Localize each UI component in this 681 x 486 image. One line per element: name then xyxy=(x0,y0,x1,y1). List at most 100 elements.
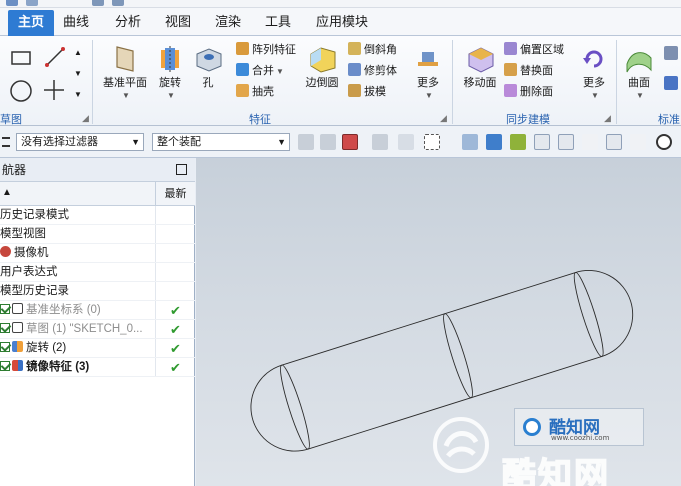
mirror-feature-row: 镜像特征 (3) xyxy=(0,358,89,376)
tab-tools[interactable]: 工具 xyxy=(258,10,298,36)
delete-face-label: 删除面 xyxy=(520,86,553,98)
list-item[interactable]: 模型视图 xyxy=(0,225,195,244)
group-expand-icon[interactable]: ◢ xyxy=(440,113,447,124)
list-item[interactable]: 基准坐标系 (0) ✔ xyxy=(0,301,195,320)
latest-status xyxy=(155,263,195,281)
menu-icon[interactable] xyxy=(2,137,10,147)
dropdown-icon[interactable]: ▼ xyxy=(122,91,130,100)
solid-body-icon[interactable] xyxy=(486,134,502,150)
tab-curve[interactable]: 曲线 xyxy=(56,10,96,36)
selection-filter-value: 没有选择过滤器 xyxy=(21,136,98,148)
group-label-sync: 同步建模 xyxy=(506,114,550,126)
select-feature-icon[interactable] xyxy=(372,134,388,150)
dropdown-icon[interactable]: ▼ xyxy=(636,91,644,100)
datum-plane-button[interactable]: 基准平面 ▼ xyxy=(100,42,150,108)
endpoint-icon[interactable] xyxy=(534,134,550,150)
move-face-button[interactable]: 移动面 xyxy=(458,42,502,108)
revolve-icon xyxy=(12,341,23,352)
list-item[interactable]: 旋转 (2) ✔ xyxy=(0,339,195,358)
selection-filter-select[interactable]: 没有选择过滤器 ▼ xyxy=(16,133,144,151)
dropdown-icon[interactable]: ▼ xyxy=(74,90,82,99)
watermark-logo-icon xyxy=(433,417,489,473)
datum-csys-icon xyxy=(12,303,23,314)
visibility-checkbox[interactable] xyxy=(0,342,10,352)
dropdown-icon[interactable]: ▼ xyxy=(591,91,599,100)
revolve-button[interactable]: 旋转 ▼ xyxy=(150,42,190,108)
unite-label: 合并 xyxy=(252,65,274,77)
hole-button[interactable]: 孔 xyxy=(190,42,226,108)
snap-icon[interactable] xyxy=(298,134,314,150)
group-expand-icon[interactable]: ◢ xyxy=(604,113,611,124)
delete-face-button[interactable]: 删除面 xyxy=(504,84,553,101)
snap-icon[interactable] xyxy=(320,134,336,150)
datum-plane-icon xyxy=(116,46,134,72)
list-item[interactable]: 模型历史记录 xyxy=(0,282,195,301)
surface-button[interactable]: 曲面 ▼ xyxy=(620,42,658,108)
line-icon[interactable] xyxy=(44,46,66,68)
maximize-icon[interactable] xyxy=(176,164,187,175)
intersection-icon[interactable] xyxy=(606,134,622,150)
list-item[interactable]: 草图 (1) "SKETCH_0... ✔ xyxy=(0,320,195,339)
dropdown-icon[interactable]: ▼ xyxy=(167,91,175,100)
midpoint-icon[interactable] xyxy=(558,134,574,150)
snap-point-icon[interactable] xyxy=(510,134,526,150)
edge-blend-icon xyxy=(310,47,336,73)
offset-region-icon xyxy=(504,42,517,55)
visibility-checkbox[interactable] xyxy=(0,323,10,333)
rectangle-icon[interactable] xyxy=(10,50,32,66)
chamfer-button[interactable]: 倒斜角 xyxy=(348,42,397,59)
select-region-icon[interactable] xyxy=(342,134,358,150)
quick-access-icon[interactable] xyxy=(92,0,104,6)
mirror-feature-icon xyxy=(12,360,23,371)
trim-body-button[interactable]: 修剪体 xyxy=(348,63,397,80)
dropdown-icon[interactable]: ▼ xyxy=(276,67,284,76)
quick-access-icon[interactable] xyxy=(112,0,124,6)
center-icon[interactable] xyxy=(656,134,672,150)
edge-blend-button[interactable]: 边倒圆 xyxy=(302,42,342,108)
point-cross-icon[interactable] xyxy=(42,78,66,102)
assembly-icon[interactable] xyxy=(664,46,678,60)
ribbon: ▲ ▼ ▼ 草图 ◢ 基准平面 ▼ 旋转 ▼ 孔 阵列特征 合并 ▼ 抽壳 边倒圆… xyxy=(0,36,681,126)
quick-access-icon[interactable] xyxy=(26,0,38,6)
more-sync-button[interactable]: 更多 ▼ xyxy=(576,42,612,108)
more-features-button[interactable]: 更多 ▼ xyxy=(410,42,446,108)
quick-access-icon[interactable] xyxy=(6,0,18,6)
replace-face-button[interactable]: 替换面 xyxy=(504,63,553,80)
curve-snap-icon[interactable] xyxy=(582,134,598,150)
shell-button[interactable]: 抽壳 xyxy=(236,84,274,101)
circle-icon[interactable] xyxy=(8,78,34,104)
offset-region-button[interactable]: 偏置区域 xyxy=(504,42,564,59)
draft-button[interactable]: 拔模 xyxy=(348,84,386,101)
visibility-checkbox[interactable] xyxy=(0,361,10,371)
tab-render[interactable]: 渲染 xyxy=(208,10,248,36)
list-item[interactable]: 历史记录模式 xyxy=(0,206,195,225)
replace-face-label: 替换面 xyxy=(520,65,553,77)
replace-face-icon xyxy=(504,63,517,76)
visibility-checkbox[interactable] xyxy=(0,304,10,314)
list-item[interactable]: 用户表达式 xyxy=(0,263,195,282)
graphics-viewport[interactable]: 酷知网 www.coozhi.com 酷知网 xyxy=(196,158,681,486)
assembly-scope-select[interactable]: 整个装配 ▼ xyxy=(152,133,290,151)
tab-view[interactable]: 视图 xyxy=(158,10,198,36)
rectangle-select-icon[interactable] xyxy=(424,134,440,150)
sort-up-icon[interactable]: ▲ xyxy=(2,187,12,198)
dropdown-icon[interactable]: ▼ xyxy=(425,91,433,100)
tab-home[interactable]: 主页 xyxy=(8,10,54,36)
perpendicular-icon[interactable] xyxy=(630,134,646,150)
component-icon[interactable] xyxy=(664,76,678,90)
pattern-feature-button[interactable]: 阵列特征 xyxy=(236,42,296,59)
chevron-up-icon[interactable]: ▲ xyxy=(74,48,82,57)
select-all-icon[interactable] xyxy=(398,134,414,150)
list-item[interactable]: 镜像特征 (3) ✔ xyxy=(0,358,195,377)
navigator-header: ▲ 最新 xyxy=(0,182,195,206)
shaded-icon[interactable] xyxy=(462,134,478,150)
chevron-down-icon[interactable]: ▼ xyxy=(74,69,82,78)
sketch-row: 草图 (1) "SKETCH_0... xyxy=(0,320,143,338)
column-latest[interactable]: 最新 xyxy=(155,182,195,206)
list-item[interactable]: 摄像机 xyxy=(0,244,195,263)
group-expand-icon[interactable]: ◢ xyxy=(82,113,89,124)
more-sync-label: 更多 xyxy=(583,77,605,89)
tab-application[interactable]: 应用模块 xyxy=(306,10,378,36)
tab-analysis[interactable]: 分析 xyxy=(108,10,148,36)
unite-button[interactable]: 合并 ▼ xyxy=(236,63,284,80)
